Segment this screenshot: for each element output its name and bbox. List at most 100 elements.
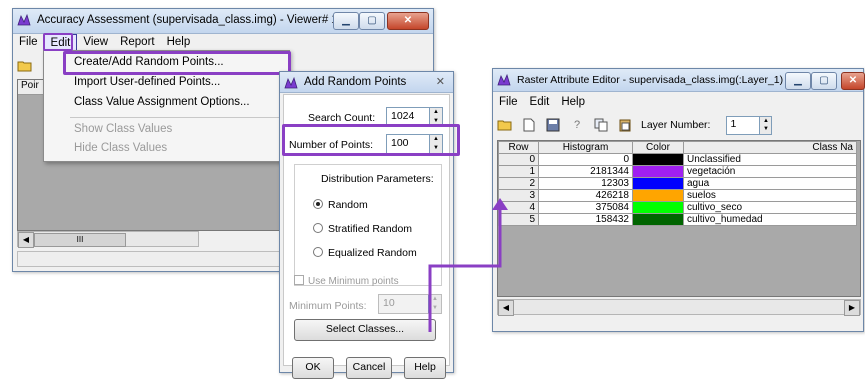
cell-class-name[interactable]: Unclassified [683,153,857,166]
raster-table-area: Row Histogram Color Class Na 0 0 Unclassif… [497,140,861,297]
scroll-right-arrow-icon[interactable]: ▶ [844,300,860,316]
cell-color-swatch[interactable] [632,177,684,190]
menu-item-hide-class-values: Hide Class Values [74,142,168,154]
cancel-button[interactable]: Cancel [346,357,392,379]
maximize-button[interactable]: ▢ [811,72,837,90]
radio-random[interactable]: Random [313,199,368,211]
app-icon [17,13,31,26]
menu-file[interactable]: File [13,34,44,52]
maximize-button[interactable]: ▢ [359,12,385,30]
raster-window-title: Raster Attribute Editor - supervisada_cl… [517,74,784,86]
use-minimum-checkbox[interactable]: Use Minimum points [294,275,399,287]
accuracy-titlebar: Accuracy Assessment (supervisada_class.i… [13,9,433,34]
cell-color-swatch[interactable] [632,213,684,226]
cell-row-number[interactable]: 2 [498,177,539,190]
cell-class-name[interactable]: suelos [683,189,857,202]
col-header-class-name[interactable]: Class Na [683,141,857,154]
spinner-arrows-icon[interactable]: ▲ ▼ [759,116,772,134]
menu-file[interactable]: File [493,94,524,110]
accuracy-window-title: Accuracy Assessment (supervisada_class.i… [37,14,338,26]
help-button[interactable]: Help [404,357,446,379]
close-button[interactable]: ✕ [387,12,429,30]
menu-item-class-value-options[interactable]: Class Value Assignment Options... [74,96,250,108]
minimum-points-value: 10 [383,297,395,309]
new-document-icon[interactable] [520,117,538,133]
table-row[interactable]: 1 2181344 vegetación [498,165,857,178]
save-icon[interactable] [544,117,562,133]
radio-unselected-icon [313,247,323,257]
cell-class-name[interactable]: cultivo_seco [683,201,857,214]
radio-stratified-random[interactable]: Stratified Random [313,223,412,235]
paste-icon[interactable] [616,117,634,133]
ok-button[interactable]: OK [292,357,334,379]
scroll-thumb[interactable]: III [34,233,126,247]
highlight-create-random-points [63,51,291,75]
cell-row-number[interactable]: 4 [498,201,539,214]
cell-histogram[interactable]: 2181344 [538,165,633,178]
distribution-group: Distribution Parameters: Random Stratifi… [294,164,442,286]
cell-row-number[interactable]: 1 [498,165,539,178]
app-icon [284,76,298,89]
cell-class-name[interactable]: cultivo_humedad [683,213,857,226]
select-classes-button[interactable]: Select Classes... [294,319,436,341]
help-query-icon[interactable]: ? [568,117,586,133]
copy-icon[interactable] [592,117,610,133]
open-folder-icon[interactable] [16,58,34,74]
cell-class-name[interactable]: agua [683,177,857,190]
raster-menubar: File Edit Help [493,94,863,110]
horizontal-scrollbar[interactable]: ◀ III [17,231,199,248]
radio-stratified-label: Stratified Random [328,223,413,235]
search-count-label: Search Count: [308,112,376,124]
app-icon [497,73,511,86]
close-icon[interactable]: ✕ [436,75,445,88]
cell-histogram[interactable]: 12303 [538,177,633,190]
col-header-color[interactable]: Color [632,141,684,154]
raster-titlebar: Raster Attribute Editor - supervisada_cl… [493,69,865,92]
table-row[interactable]: 2 12303 agua [498,177,857,190]
table-row[interactable]: 5 158432 cultivo_humedad [498,213,857,226]
cell-histogram[interactable]: 158432 [538,213,633,226]
cell-color-swatch[interactable] [632,165,684,178]
menu-separator [70,117,285,118]
distribution-label: Distribution Parameters: [321,173,434,185]
radio-random-label: Random [328,199,368,211]
raster-attribute-editor-window: Raster Attribute Editor - supervisada_cl… [492,68,865,332]
cell-color-swatch[interactable] [632,153,684,166]
cell-histogram[interactable]: 375084 [538,201,633,214]
layer-number-value: 1 [730,117,737,130]
table-row[interactable]: 3 426218 suelos [498,189,857,202]
layer-number-spinner[interactable]: 1 ▲ ▼ [726,115,773,135]
menu-help[interactable]: Help [555,94,591,110]
minimize-button[interactable]: ▁ [333,12,359,30]
cell-row-number[interactable]: 5 [498,213,539,226]
cell-row-number[interactable]: 3 [498,189,539,202]
checkbox-icon [294,275,304,285]
add-random-points-dialog: Add Random Points ✕ Search Count: 1024 ▲… [279,71,454,379]
cell-row-number[interactable]: 0 [498,153,539,166]
table-header-row: Row Histogram Color Class Na [498,141,857,154]
scroll-left-arrow-icon[interactable]: ◀ [18,232,34,248]
menu-item-import-points[interactable]: Import User-defined Points... [74,76,220,88]
raster-attribute-table: Row Histogram Color Class Na 0 0 Unclassif… [498,141,857,226]
table-row[interactable]: 4 375084 cultivo_seco [498,201,857,214]
layer-number-label: Layer Number: [641,119,711,131]
open-folder-icon[interactable] [496,117,514,133]
cell-color-swatch[interactable] [632,201,684,214]
col-header-row[interactable]: Row [498,141,539,154]
cell-histogram[interactable]: 426218 [538,189,633,202]
close-button[interactable]: ✕ [841,72,865,90]
col-header-histogram[interactable]: Histogram [538,141,633,154]
use-minimum-label: Use Minimum points [308,276,399,287]
menu-edit[interactable]: Edit [524,94,556,110]
spinner-arrows-icon: ▲ ▼ [428,295,441,313]
cell-histogram[interactable]: 0 [538,153,633,166]
cell-color-swatch[interactable] [632,189,684,202]
search-count-value: 1024 [391,110,415,122]
cell-class-name[interactable]: vegetación [683,165,857,178]
dialog-title: Add Random Points [304,76,407,88]
minimize-button[interactable]: ▁ [785,72,811,90]
radio-equalized-random[interactable]: Equalized Random [313,247,417,259]
horizontal-scrollbar[interactable]: ◀ ▶ [497,299,861,316]
table-row[interactable]: 0 0 Unclassified [498,153,857,166]
scroll-left-arrow-icon[interactable]: ◀ [498,300,514,316]
